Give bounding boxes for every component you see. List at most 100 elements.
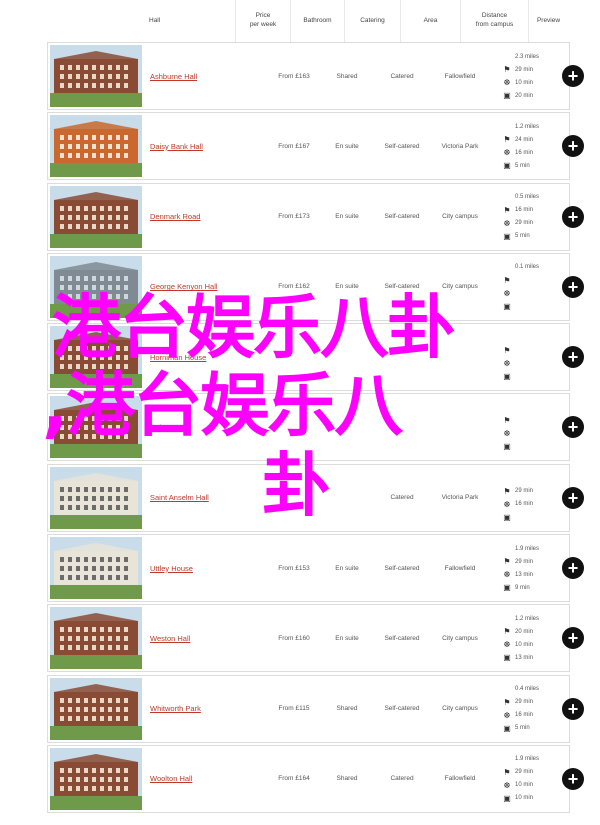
hall-photo[interactable]: [50, 396, 142, 459]
distance-cell: 1.2 miles ⚑ 24 min ☸ 16 min ▣ 5 min: [490, 120, 560, 172]
hall-photo[interactable]: [50, 677, 142, 740]
walking-icon: ⚑: [503, 65, 511, 74]
area-cell: City campus: [442, 283, 478, 291]
travel-time-walk: ⚑: [502, 344, 560, 357]
hall-name-link[interactable]: Daisy Bank Hall: [150, 142, 203, 151]
price-cell: From £115: [278, 705, 310, 713]
travel-time-bike: ☸: [502, 427, 560, 440]
preview-cell: +: [560, 65, 586, 87]
plus-circle-icon[interactable]: +: [562, 557, 584, 580]
header-catering: Catering: [344, 0, 400, 42]
price-cell: From £173: [278, 213, 310, 221]
walking-icon: ⚑: [503, 275, 511, 285]
distance-miles: 1.9 miles: [515, 545, 540, 552]
plus-circle-icon[interactable]: +: [562, 65, 584, 87]
travel-time-bike: ☸ 10 min: [502, 638, 560, 651]
bathroom-cell: En suite: [335, 564, 359, 572]
bus-icon: ▣: [503, 653, 511, 663]
walking-icon: ⚑: [503, 697, 511, 707]
hall-name-link[interactable]: Denmark Road: [150, 212, 200, 221]
table-row: Whitworth Park From £115 Shared Self-catere…: [47, 674, 584, 743]
distance-miles: [502, 331, 560, 344]
bicycle-icon: ☸: [503, 780, 511, 790]
price-cell: From £167: [278, 142, 310, 150]
area-cell: Fallowfield: [444, 775, 476, 783]
preview-cell: +: [560, 627, 586, 650]
travel-time-bike: ☸: [502, 287, 560, 300]
hall-name-link[interactable]: Woolton Hall: [150, 774, 192, 783]
walking-icon: ⚑: [503, 205, 511, 215]
plus-circle-icon[interactable]: +: [562, 275, 584, 298]
price-cell: From £153: [278, 564, 310, 572]
distance-cell: 2.3 miles ⚑ 29 min ☸ 10 min ▣ 20 min: [490, 50, 560, 102]
hall-name-link[interactable]: Ashburne Hall: [150, 72, 197, 81]
header-area: Area: [400, 0, 460, 42]
table-row: Ashburne Hall From £163 Shared Catered Fallo…: [47, 42, 584, 110]
hall-list: Ashburne Hall From £163 Shared Catered Fallo…: [47, 42, 584, 815]
hall-photo[interactable]: [50, 747, 142, 810]
catering-cell: Self-catered: [384, 283, 420, 291]
plus-circle-icon[interactable]: +: [562, 135, 584, 158]
hall-photo[interactable]: [50, 185, 142, 248]
travel-time-value: 16 min: [515, 149, 534, 156]
hall-name-link[interactable]: George Kenyon Hall: [150, 282, 218, 291]
travel-time-value: 24 min: [515, 136, 534, 143]
hall-name-link[interactable]: Hulme Hall: [150, 423, 187, 432]
header-image-spacer: [47, 0, 141, 42]
table-row: Weston Hall From £160 En suite Self-catered…: [47, 604, 584, 673]
area-cell: Fallowfield: [444, 72, 476, 80]
travel-time-bus: ▣ 13 min: [502, 651, 560, 664]
travel-time-value: 10 min: [515, 782, 534, 789]
preview-cell: +: [560, 767, 586, 790]
table-row: Saint Anselm Hall Catered Victoria Park ⚑ 29…: [47, 463, 584, 532]
hall-name-cell: Denmark Road: [142, 212, 268, 221]
hall-name-cell: Daisy Bank Hall: [142, 142, 268, 151]
hall-photo[interactable]: [50, 537, 142, 600]
hall-name-link[interactable]: Weston Hall: [150, 634, 190, 643]
distance-miles: [502, 472, 560, 485]
table-header: Hall Price per week Bathroom Catering Ar…: [0, 0, 600, 42]
travel-time-walk: ⚑ 29 min: [502, 696, 560, 709]
catering-cell: Catered: [390, 494, 414, 502]
area-cell: City campus: [442, 213, 478, 221]
catering-cell: Catered: [390, 775, 414, 783]
plus-circle-icon[interactable]: +: [562, 767, 584, 790]
distance-miles: 1.9 miles: [515, 756, 540, 763]
hall-photo[interactable]: [50, 326, 142, 389]
plus-circle-icon[interactable]: +: [562, 627, 584, 650]
hall-photo[interactable]: [50, 45, 142, 107]
distance-miles: 1.2 miles: [515, 123, 540, 130]
distance-cell: ⚑ ☸ ▣: [490, 331, 560, 383]
bathroom-cell: Shared: [336, 72, 358, 80]
travel-time-value: 29 min: [515, 220, 534, 227]
hall-name-cell: Weston Hall: [142, 634, 268, 643]
bicycle-icon: ☸: [503, 78, 511, 87]
hall-photo[interactable]: [50, 466, 142, 529]
plus-circle-icon[interactable]: +: [562, 486, 584, 509]
hall-name-link[interactable]: Saint Anselm Hall: [150, 493, 209, 502]
distance-cell: 0.1 miles ⚑ ☸ ▣: [490, 261, 560, 313]
travel-time-walk: ⚑ 20 min: [502, 625, 560, 638]
header-price: Price per week: [235, 0, 290, 42]
hall-name-link[interactable]: Uttley House: [150, 564, 193, 573]
travel-time-value: 10 min: [515, 641, 534, 648]
plus-circle-icon[interactable]: +: [562, 205, 584, 228]
bathroom-cell: En suite: [335, 142, 359, 150]
hall-photo[interactable]: [50, 255, 142, 318]
preview-cell: +: [560, 205, 586, 228]
travel-time-walk: ⚑ 24 min: [502, 133, 560, 146]
plus-circle-icon[interactable]: +: [562, 697, 584, 720]
travel-time-value: 10 min: [515, 795, 534, 802]
header-spacer: [0, 0, 47, 42]
hall-name-cell: Horniman House: [142, 353, 268, 362]
hall-name-link[interactable]: Whitworth Park: [150, 704, 201, 713]
preview-cell: +: [560, 416, 586, 439]
plus-circle-icon[interactable]: +: [562, 346, 584, 369]
hall-photo[interactable]: [50, 115, 142, 178]
travel-time-bike: ☸ 16 min: [502, 709, 560, 722]
distance-cell: 1.9 miles ⚑ 29 min ☸ 13 min ▣ 9 min: [490, 542, 560, 594]
hall-name-link[interactable]: Horniman House: [150, 353, 206, 362]
plus-circle-icon[interactable]: +: [562, 416, 584, 439]
hall-photo[interactable]: [50, 607, 142, 670]
travel-time-walk: ⚑ 29 min: [502, 766, 560, 779]
